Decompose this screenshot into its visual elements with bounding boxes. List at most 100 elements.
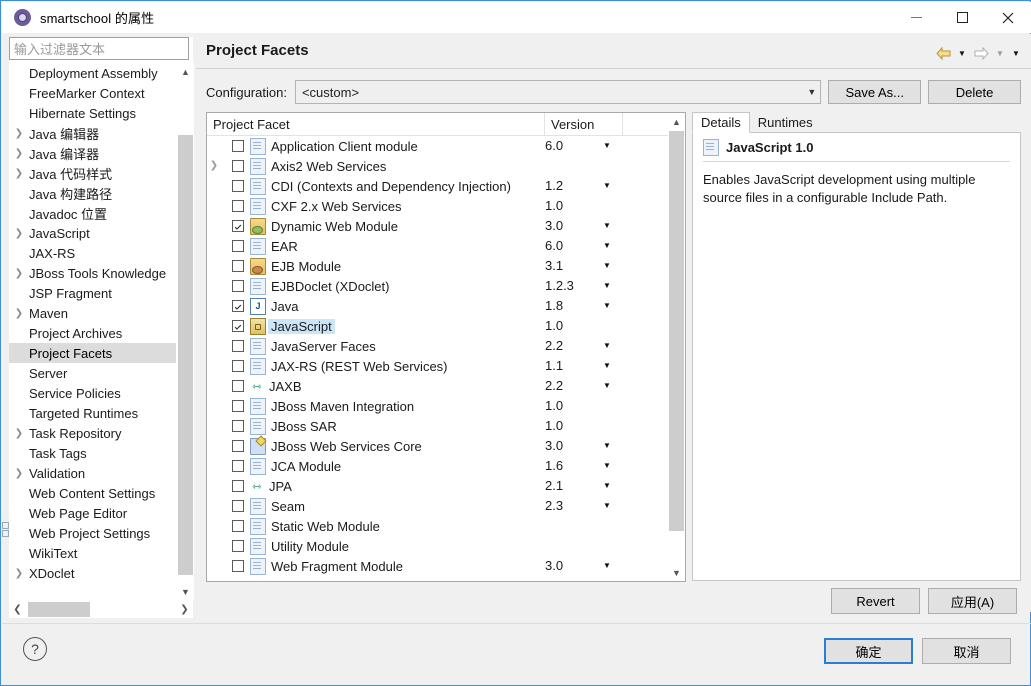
revert-button[interactable]: Revert	[831, 588, 920, 614]
forward-arrow-icon[interactable]	[971, 44, 991, 62]
sidebar-item-web-content-settings[interactable]: Web Content Settings	[9, 483, 176, 503]
table-row[interactable]: Dynamic Web Module3.0▼	[207, 216, 685, 236]
chevron-right-icon[interactable]: ❯	[11, 308, 27, 319]
sidebar-item-web-project-settings[interactable]: Web Project Settings	[9, 523, 176, 543]
close-button[interactable]	[985, 2, 1031, 33]
table-row[interactable]: JBoss SAR1.0	[207, 416, 685, 436]
chevron-right-icon[interactable]: ❯	[11, 148, 27, 159]
sidebar-item-deployment-assembly[interactable]: Deployment Assembly	[9, 63, 176, 83]
maximize-button[interactable]	[939, 2, 985, 33]
sidebar-item-javadoc[interactable]: Javadoc 位置	[9, 203, 176, 223]
sidebar-item-java[interactable]: ❯Java 编辑器	[9, 123, 176, 143]
table-row[interactable]: JBoss Maven Integration1.0	[207, 396, 685, 416]
version-dropdown-icon[interactable]: ▼	[603, 496, 611, 516]
sidebar-item-javascript[interactable]: ❯JavaScript	[9, 223, 176, 243]
sidebar-item-xdoclet[interactable]: ❯XDoclet	[9, 563, 176, 583]
version-dropdown-icon[interactable]: ▼	[603, 336, 611, 356]
sidebar-item-project-archives[interactable]: Project Archives	[9, 323, 176, 343]
version-dropdown-icon[interactable]: ▼	[603, 436, 611, 456]
scroll-down-icon[interactable]: ▼	[668, 564, 685, 581]
facet-checkbox[interactable]	[232, 320, 244, 332]
scrollbar-thumb[interactable]	[178, 135, 193, 575]
facet-checkbox[interactable]	[232, 500, 244, 512]
table-row[interactable]: CXF 2.x Web Services1.0	[207, 196, 685, 216]
back-arrow-icon[interactable]	[933, 44, 953, 62]
table-row[interactable]: JCA Module1.6▼	[207, 456, 685, 476]
sidebar-item-task-tags[interactable]: Task Tags	[9, 443, 176, 463]
configuration-select[interactable]: <custom> ▼	[295, 80, 821, 104]
sidebar-item-jboss-tools-knowledge[interactable]: ❯JBoss Tools Knowledge	[9, 263, 176, 283]
sidebar-list[interactable]: Deployment AssemblyFreeMarker ContextHib…	[9, 63, 176, 600]
table-row[interactable]: ❯Axis2 Web Services	[207, 156, 685, 176]
tab-details[interactable]: Details	[692, 112, 750, 133]
facet-checkbox[interactable]	[232, 240, 244, 252]
table-row[interactable]: JAX-RS (REST Web Services)1.1▼	[207, 356, 685, 376]
ok-button[interactable]: 确定	[824, 638, 913, 664]
facet-checkbox[interactable]	[232, 300, 244, 312]
chevron-right-icon[interactable]: ❯	[11, 268, 27, 279]
version-dropdown-icon[interactable]: ▼	[603, 456, 611, 476]
cancel-button[interactable]: 取消	[922, 638, 1011, 664]
sidebar-item-freemarker-context[interactable]: FreeMarker Context	[9, 83, 176, 103]
help-icon[interactable]: ?	[23, 637, 47, 661]
facet-checkbox[interactable]	[232, 280, 244, 292]
chevron-right-icon[interactable]: ❯	[11, 168, 27, 179]
scroll-right-icon[interactable]: ❯	[176, 601, 193, 618]
version-dropdown-icon[interactable]: ▼	[603, 136, 611, 156]
version-dropdown-icon[interactable]: ▼	[603, 476, 611, 496]
sidebar-vertical-scrollbar[interactable]: ▲ ▼	[176, 63, 194, 600]
facet-checkbox[interactable]	[232, 480, 244, 492]
facet-checkbox[interactable]	[232, 160, 244, 172]
facet-table-scrollbar[interactable]: ▲ ▼	[668, 113, 685, 581]
chevron-right-icon[interactable]: ❯	[207, 156, 221, 176]
sidebar-item-jax-rs[interactable]: JAX-RS	[9, 243, 176, 263]
facet-checkbox[interactable]	[232, 360, 244, 372]
version-dropdown-icon[interactable]: ▼	[603, 556, 611, 576]
facet-checkbox[interactable]	[232, 400, 244, 412]
filter-input[interactable]: 输入过滤器文本	[9, 37, 189, 60]
facet-checkbox[interactable]	[232, 440, 244, 452]
table-row[interactable]: Static Web Module	[207, 516, 685, 536]
table-row[interactable]: Web Fragment Module3.0▼	[207, 556, 685, 576]
version-dropdown-icon[interactable]: ▼	[603, 296, 611, 316]
sidebar-item-java[interactable]: ❯Java 编译器	[9, 143, 176, 163]
facet-checkbox[interactable]	[232, 420, 244, 432]
scrollbar-thumb-horizontal[interactable]	[28, 602, 90, 617]
table-row[interactable]: EAR6.0▼	[207, 236, 685, 256]
scroll-up-icon[interactable]: ▲	[177, 63, 194, 80]
facet-table-body[interactable]: Application Client module6.0▼❯Axis2 Web …	[207, 136, 685, 581]
sidebar-item-web-page-editor[interactable]: Web Page Editor	[9, 503, 176, 523]
tab-runtimes[interactable]: Runtimes	[750, 112, 821, 133]
facet-checkbox[interactable]	[232, 340, 244, 352]
sidebar-item-project-facets[interactable]: Project Facets	[9, 343, 176, 363]
table-row[interactable]: EJBDoclet (XDoclet)1.2.3▼	[207, 276, 685, 296]
sidebar-item-task-repository[interactable]: ❯Task Repository	[9, 423, 176, 443]
facet-checkbox[interactable]	[232, 180, 244, 192]
delete-button[interactable]: Delete	[928, 80, 1021, 104]
scrollbar-thumb[interactable]	[669, 131, 684, 531]
minimize-button[interactable]	[893, 2, 939, 33]
sidebar-item-targeted-runtimes[interactable]: Targeted Runtimes	[9, 403, 176, 423]
table-row[interactable]: JavaServer Faces2.2▼	[207, 336, 685, 356]
scroll-up-icon[interactable]: ▲	[668, 113, 685, 130]
facet-checkbox[interactable]	[232, 560, 244, 572]
sidebar-horizontal-scrollbar[interactable]: ❮ ❯	[9, 601, 193, 618]
facet-checkbox[interactable]	[232, 140, 244, 152]
sidebar-item-java[interactable]: Java 构建路径	[9, 183, 176, 203]
save-as-button[interactable]: Save As...	[828, 80, 921, 104]
version-dropdown-icon[interactable]: ▼	[603, 256, 611, 276]
sidebar-item-maven[interactable]: ❯Maven	[9, 303, 176, 323]
table-row[interactable]: JJava1.8▼	[207, 296, 685, 316]
view-menu-icon[interactable]: ▼	[1009, 44, 1023, 62]
sidebar-item-jsp-fragment[interactable]: JSP Fragment	[9, 283, 176, 303]
chevron-right-icon[interactable]: ❯	[11, 428, 27, 439]
forward-dropdown-icon[interactable]: ▼	[993, 44, 1007, 62]
table-row[interactable]: JBoss Web Services Core3.0▼	[207, 436, 685, 456]
sidebar-item-wikitext[interactable]: WikiText	[9, 543, 176, 563]
column-header-version[interactable]: Version	[545, 113, 623, 135]
chevron-right-icon[interactable]: ❯	[11, 128, 27, 139]
chevron-right-icon[interactable]: ❯	[11, 228, 27, 239]
facet-checkbox[interactable]	[232, 520, 244, 532]
chevron-right-icon[interactable]: ❯	[11, 468, 27, 479]
scroll-down-icon[interactable]: ▼	[177, 583, 194, 600]
